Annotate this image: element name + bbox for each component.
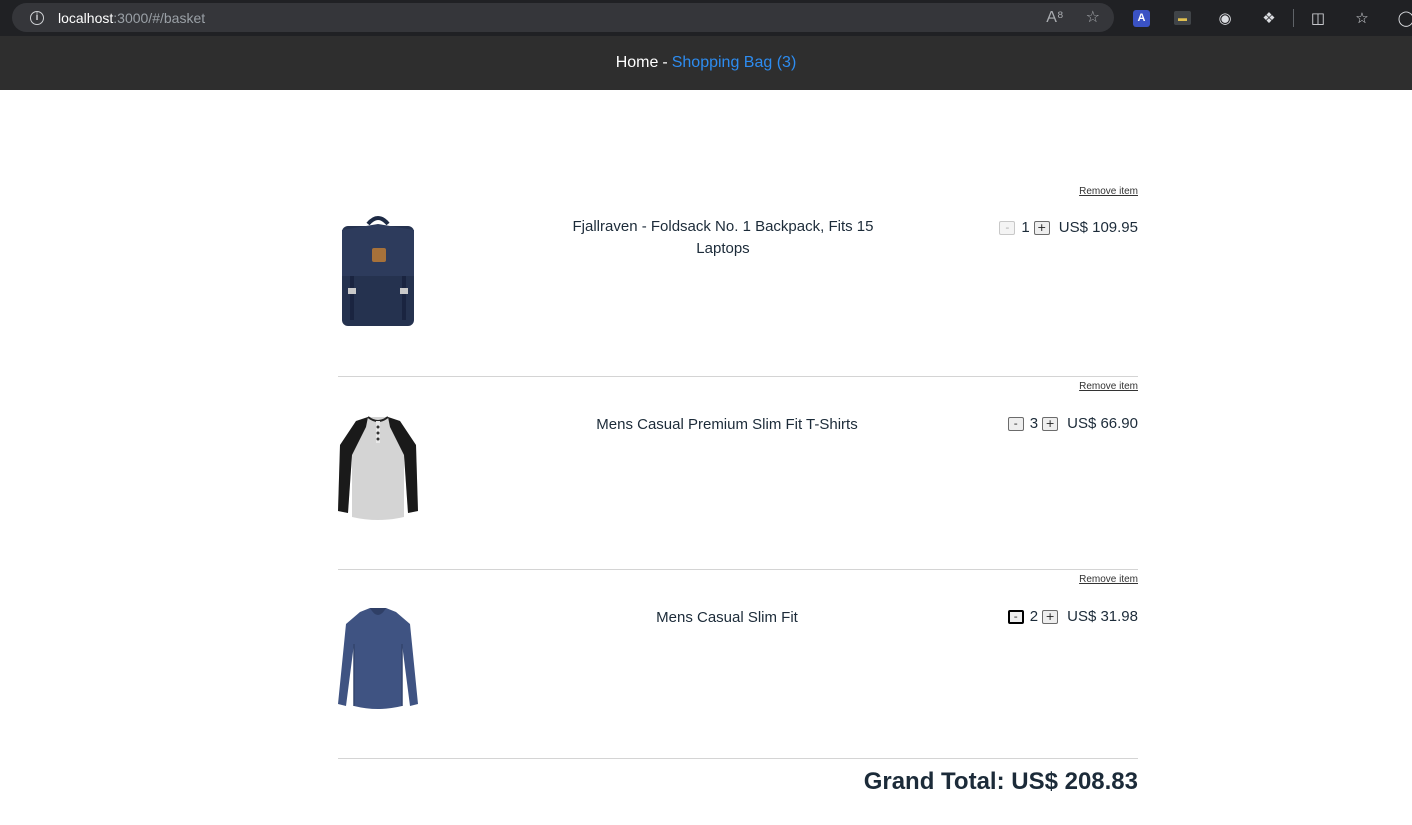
remove-item-link[interactable]: Remove item xyxy=(1079,381,1138,392)
home-link[interactable]: Home xyxy=(616,54,659,72)
url-host: localhost xyxy=(58,9,114,26)
quantity-stepper: - 2 + US$ 31.98 xyxy=(1007,608,1138,625)
basket-item: Remove item Mens Casual Slim Fit - 2 + U… xyxy=(338,570,1138,759)
app-header: Home - Shopping Bag (3) xyxy=(0,36,1412,90)
item-title[interactable]: Fjallraven - Foldsack No. 1 Backpack, Fi… xyxy=(558,216,888,260)
remove-item-link[interactable]: Remove item xyxy=(1079,574,1138,585)
favorite-star-icon[interactable]: ☆ xyxy=(1086,9,1100,26)
item-title[interactable]: Mens Casual Premium Slim Fit T-Shirts xyxy=(572,414,882,436)
quantity-value: 2 xyxy=(1029,608,1039,625)
favorites-icon[interactable]: ☆ xyxy=(1352,8,1372,28)
increase-quantity-button[interactable]: + xyxy=(1042,609,1059,624)
longsleeve-image xyxy=(338,608,418,709)
basket-list: Remove item Fjallraven - Foldsack No. 1 … xyxy=(338,182,1138,759)
grand-total: Grand Total: US$ 208.83 xyxy=(863,768,1138,795)
basket-item: Remove item Mens Casual Premium Slim Fit… xyxy=(338,377,1138,570)
breadcrumb-separator: - xyxy=(662,54,668,71)
github-icon[interactable]: ◉ xyxy=(1215,8,1235,28)
item-price: US$ 109.95 xyxy=(1058,219,1138,236)
decrease-quantity-button[interactable]: - xyxy=(999,220,1016,235)
toolbar-divider xyxy=(1293,9,1294,27)
translate-extension-icon[interactable]: A xyxy=(1133,9,1150,27)
extensions-puzzle-icon[interactable]: ❖ xyxy=(1259,8,1279,28)
browser-toolbar: i localhost:3000/#/basket A⁸ ☆ A ▬ ◉ ❖ ◫… xyxy=(0,0,1412,36)
url-text[interactable]: localhost:3000/#/basket xyxy=(58,10,205,26)
backpack-image xyxy=(342,216,414,326)
shopping-bag-link[interactable]: Shopping Bag (3) xyxy=(672,54,797,72)
address-bar[interactable]: i localhost:3000/#/basket A⁸ ☆ xyxy=(12,3,1114,32)
item-price: US$ 66.90 xyxy=(1067,415,1138,432)
item-price: US$ 31.98 xyxy=(1067,608,1138,625)
info-icon[interactable]: i xyxy=(30,10,44,25)
item-title[interactable]: Mens Casual Slim Fit xyxy=(572,607,882,629)
url-path: :3000/#/basket xyxy=(113,9,206,26)
tshirt-image xyxy=(338,416,418,520)
decrease-quantity-button[interactable]: - xyxy=(1007,609,1024,624)
devtools-extension-icon[interactable]: ▬ xyxy=(1174,11,1191,25)
increase-quantity-button[interactable]: + xyxy=(1033,220,1050,235)
split-screen-icon[interactable]: ◫ xyxy=(1308,8,1328,28)
decrease-quantity-button[interactable]: - xyxy=(1007,416,1024,431)
quantity-value: 1 xyxy=(1021,219,1030,236)
browser-essentials-icon[interactable]: ◯ xyxy=(1396,8,1412,28)
quantity-stepper: - 3 + US$ 66.90 xyxy=(1007,415,1138,432)
read-aloud-icon[interactable]: A⁸ xyxy=(1046,9,1063,26)
basket-item: Remove item Fjallraven - Foldsack No. 1 … xyxy=(338,182,1138,377)
quantity-value: 3 xyxy=(1029,415,1039,432)
remove-item-link[interactable]: Remove item xyxy=(1079,186,1138,197)
quantity-stepper: - 1 + US$ 109.95 xyxy=(999,219,1138,236)
increase-quantity-button[interactable]: + xyxy=(1042,416,1059,431)
